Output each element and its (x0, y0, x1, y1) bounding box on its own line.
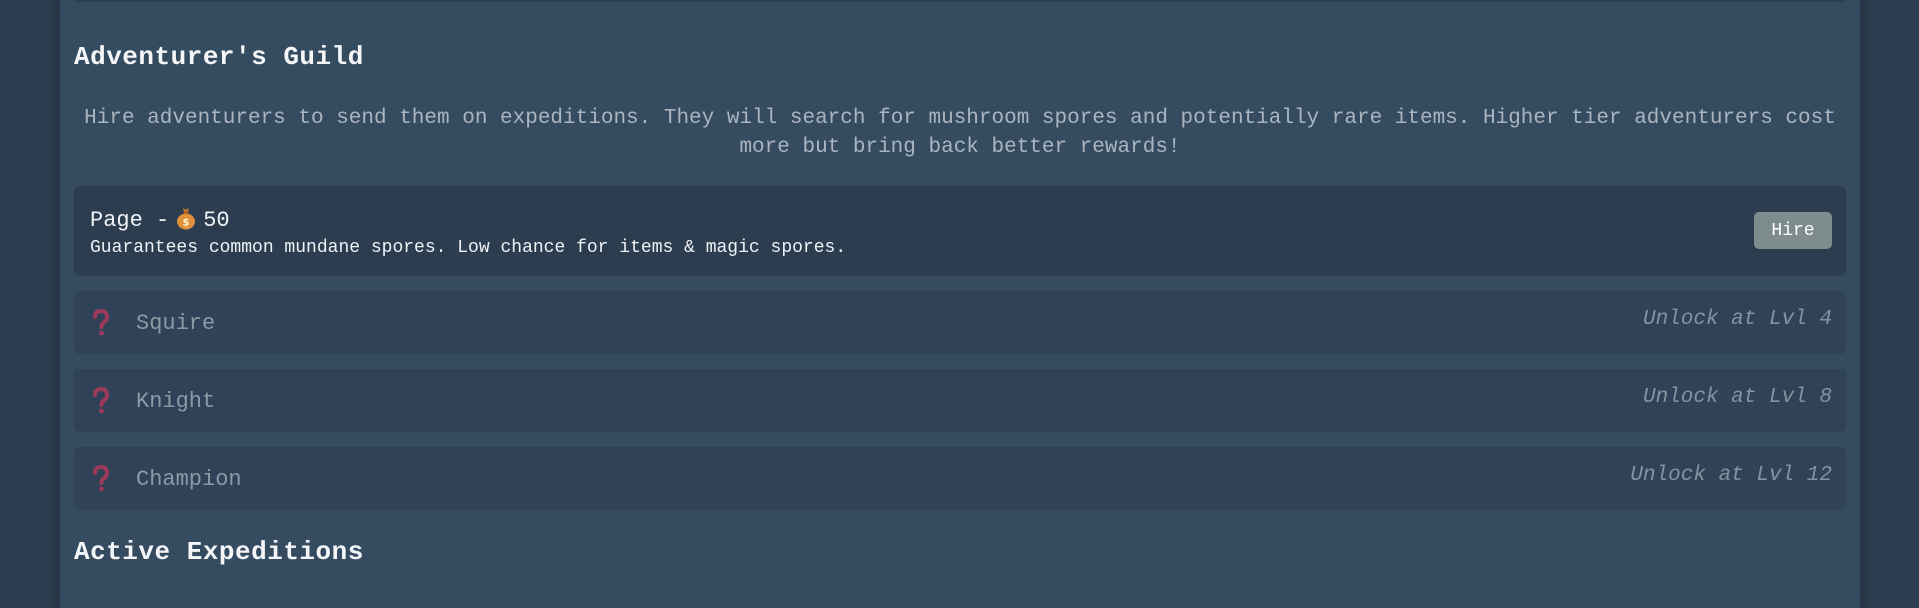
adventurer-card-squire: Squire Unlock at Lvl 4 (74, 291, 1846, 354)
page-cost: 50 (203, 208, 230, 233)
page-description: Guarantees common mundane spores. Low ch… (90, 238, 847, 258)
adventurer-card-page: Page - $50 Guarantees common mundane spor… (74, 186, 1846, 276)
question-mark-icon (92, 308, 110, 337)
active-expeditions-title: Active Expeditions (74, 537, 364, 567)
adventurer-card-knight: Knight Unlock at Lvl 8 (74, 369, 1846, 432)
question-mark-icon (92, 386, 110, 415)
locked-adventurer-name: Knight (136, 389, 216, 414)
money-bag-icon: $ (175, 206, 197, 230)
guild-description: Hire adventurers to send them on expedit… (84, 107, 1836, 159)
locked-adventurer-name: Squire (136, 311, 216, 336)
unlock-requirement: Unlock at Lvl 12 (1630, 464, 1832, 487)
top-divider (74, 0, 1846, 2)
guild-panel: Adventurer's Guild Hire adventurers to s… (60, 0, 1860, 608)
adventurer-card-champion: Champion Unlock at Lvl 12 (74, 447, 1846, 510)
page-name: Page - (90, 208, 170, 233)
question-mark-icon (92, 464, 110, 493)
unlock-requirement: Unlock at Lvl 8 (1642, 386, 1832, 409)
page-name-line: Page - $50 (90, 206, 230, 233)
unlock-requirement: Unlock at Lvl 4 (1642, 308, 1832, 331)
hire-page-button[interactable]: Hire (1754, 212, 1832, 249)
svg-text:$: $ (183, 218, 190, 229)
locked-adventurer-name: Champion (136, 467, 242, 492)
guild-title: Adventurer's Guild (74, 42, 364, 72)
